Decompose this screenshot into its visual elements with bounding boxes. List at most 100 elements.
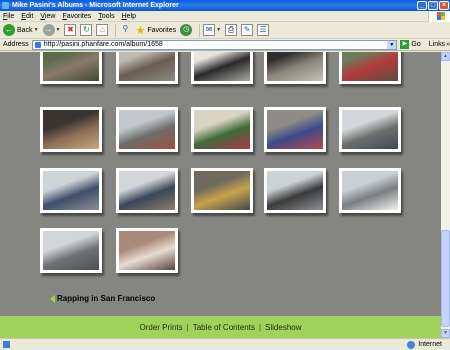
refresh-button[interactable]: ↻ (80, 23, 93, 38)
toolbar-divider (115, 23, 117, 37)
album-back-link-text: Rapping in San Francisco (57, 294, 156, 303)
photo-image (267, 110, 323, 149)
photo-image (267, 52, 323, 81)
photo-image (194, 171, 250, 210)
chevron-right-icon[interactable]: » (446, 41, 450, 48)
menu-view[interactable]: View (40, 13, 55, 20)
photo-thumbnail[interactable] (116, 228, 178, 273)
star-icon: ★ (135, 24, 146, 37)
photo-thumbnail[interactable] (339, 168, 401, 213)
forward-button[interactable]: → ▼ (42, 23, 61, 38)
back-button[interactable]: ← Back ▼ (3, 23, 39, 38)
globe-icon (407, 340, 416, 349)
security-zone: Internet (407, 340, 442, 349)
menu-edit[interactable]: Edit (21, 13, 33, 20)
photo-image (43, 110, 99, 149)
album-footer-nav: Order Prints | Table of Contents | Slide… (0, 316, 441, 338)
back-button-label: Back (17, 26, 33, 34)
photo-thumbnail[interactable] (40, 52, 102, 84)
order-prints-link[interactable]: Order Prints (139, 323, 182, 332)
photo-image (119, 52, 175, 81)
close-button[interactable]: × (439, 1, 449, 10)
photo-thumbnail[interactable] (264, 52, 326, 84)
album-back-link[interactable]: Rapping in San Francisco (50, 294, 155, 303)
photo-thumbnail[interactable] (116, 107, 178, 152)
photo-image (119, 231, 175, 270)
zone-label: Internet (418, 341, 442, 348)
scroll-down-button[interactable]: ▼ (441, 329, 450, 338)
links-button[interactable]: Links (429, 41, 445, 48)
chevron-down-icon[interactable]: ▼ (216, 27, 221, 33)
address-bar: Address http://pasini.phanfare.com/album… (0, 39, 450, 51)
menu-file[interactable]: File (3, 13, 14, 20)
back-arrow-icon: ← (3, 24, 15, 36)
edit-icon: ✎ (241, 24, 254, 36)
photo-image (43, 52, 99, 81)
home-button[interactable]: ⌂ (96, 23, 109, 38)
table-of-contents-link[interactable]: Table of Contents (193, 323, 255, 332)
photo-thumbnail[interactable] (191, 107, 253, 152)
page-done-icon (3, 341, 10, 348)
photo-image (119, 110, 175, 149)
vertical-scrollbar[interactable]: ▲ ▼ (441, 52, 450, 338)
photo-thumbnail[interactable] (40, 168, 102, 213)
discuss-icon: ☰ (257, 24, 270, 36)
go-button[interactable]: ▶ Go (400, 40, 421, 49)
album-page: Rapping in San Francisco Order Prints | … (0, 52, 441, 338)
window-title: Mike Pasini's Albums - Microsoft Interne… (12, 2, 179, 9)
stop-button[interactable]: ✖ (64, 23, 77, 38)
address-input[interactable]: http://pasini.phanfare.com/album/1658 ▼ (31, 39, 398, 50)
photo-thumbnail[interactable] (339, 52, 401, 84)
photo-thumbnail[interactable] (40, 107, 102, 152)
history-button[interactable]: ◷ (180, 23, 193, 38)
photo-image (342, 110, 398, 149)
photo-thumbnail[interactable] (264, 107, 326, 152)
mail-button[interactable]: ✉ ▼ (203, 23, 221, 38)
chevron-down-icon[interactable]: ▼ (56, 27, 61, 33)
photo-thumbnail[interactable] (116, 52, 178, 84)
scroll-up-button[interactable]: ▲ (441, 52, 450, 61)
menu-favorites[interactable]: Favorites (62, 13, 91, 20)
photo-thumbnail[interactable] (191, 52, 253, 84)
photo-image (119, 171, 175, 210)
photo-thumbnail[interactable] (116, 168, 178, 213)
footer-separator: | (258, 322, 262, 332)
slideshow-link[interactable]: Slideshow (265, 323, 301, 332)
photo-thumbnail[interactable] (264, 168, 326, 213)
page-icon (34, 41, 41, 48)
search-icon: ⚲ (122, 24, 129, 33)
history-icon: ◷ (180, 24, 193, 36)
photo-image (43, 171, 99, 210)
photo-image (267, 171, 323, 210)
ie-app-icon (2, 2, 9, 9)
photo-thumbnail[interactable] (339, 107, 401, 152)
minimize-button[interactable]: _ (417, 1, 427, 10)
chevron-down-icon[interactable]: ▼ (34, 27, 39, 33)
photo-image (342, 171, 398, 210)
favorites-button-label: Favorites (147, 26, 177, 34)
photo-thumbnail[interactable] (40, 228, 102, 273)
home-icon: ⌂ (96, 24, 109, 36)
photo-image (194, 52, 250, 81)
standard-toolbar: ← Back ▼ → ▼ ✖ ↻ ⌂ ⚲ ★ Favorites ◷ ✉ ▼ ⎙… (0, 22, 450, 39)
window-controls: _ □ × (417, 1, 449, 10)
chevron-down-icon[interactable]: ▼ (387, 40, 397, 49)
photo-thumbnail[interactable] (191, 168, 253, 213)
favorites-button[interactable]: ★ Favorites (135, 23, 176, 38)
go-button-label: Go (411, 41, 421, 48)
address-url: http://pasini.phanfare.com/album/1658 (43, 40, 163, 48)
edit-button[interactable]: ✎ (241, 23, 254, 38)
discuss-button[interactable]: ☰ (257, 23, 270, 38)
scrollbar-thumb[interactable] (441, 230, 450, 327)
print-button[interactable]: ⎙ (225, 23, 238, 38)
windows-logo-icon (428, 11, 450, 22)
maximize-button[interactable]: □ (428, 1, 438, 10)
menu-tools[interactable]: Tools (98, 13, 114, 20)
go-arrow-icon: ▶ (400, 40, 410, 49)
mail-icon: ✉ (203, 24, 216, 36)
search-button[interactable]: ⚲ (119, 23, 131, 38)
stop-icon: ✖ (64, 24, 77, 36)
refresh-icon: ↻ (80, 24, 93, 36)
menu-help[interactable]: Help (122, 13, 136, 20)
photo-image (342, 52, 398, 81)
